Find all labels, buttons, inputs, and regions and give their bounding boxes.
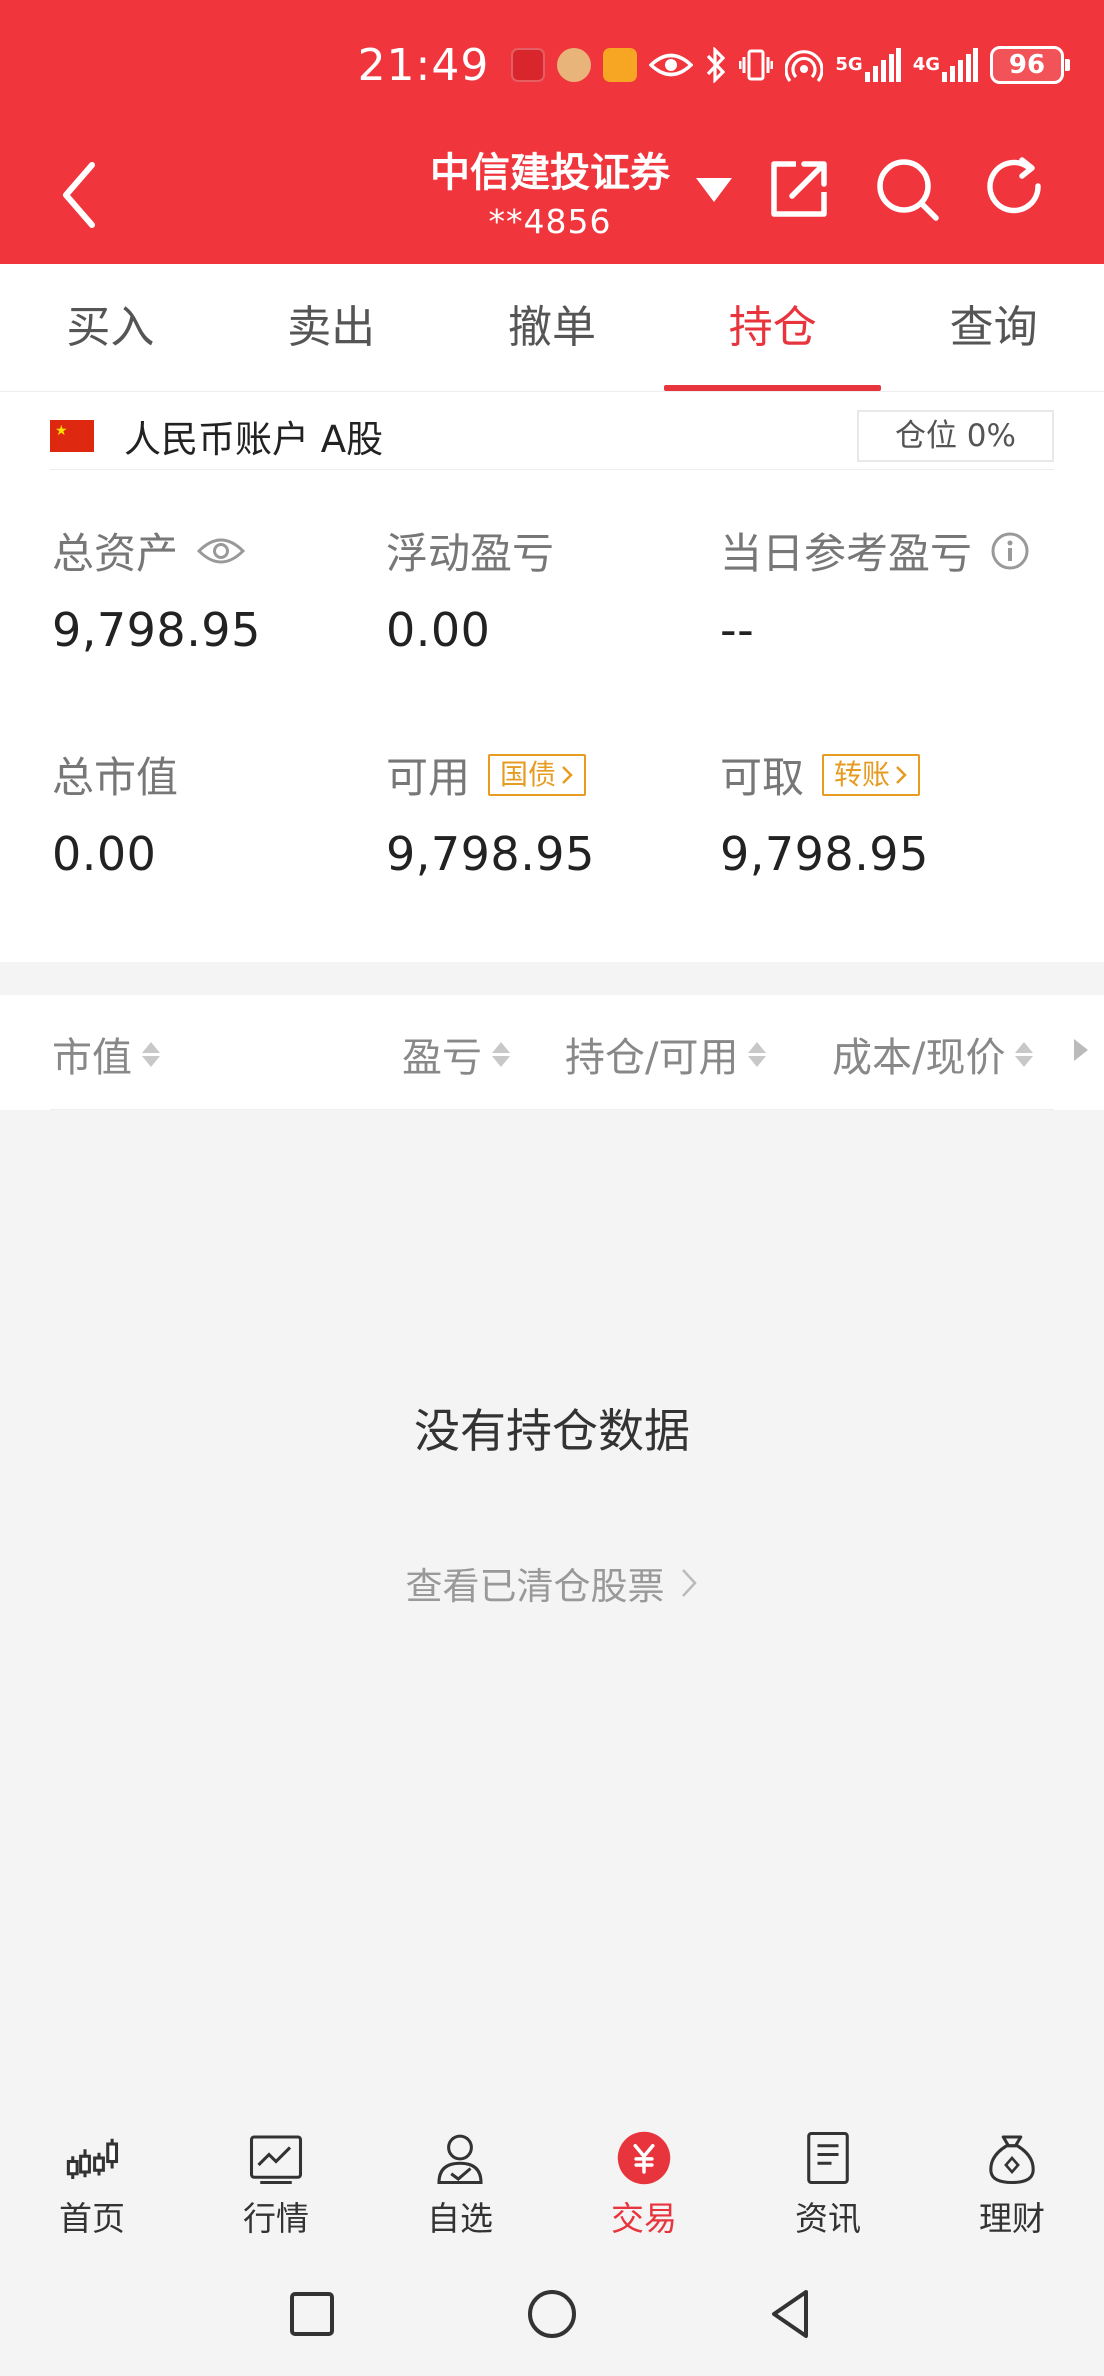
nav-trade[interactable]: 交易 — [552, 2110, 736, 2240]
scroll-right-icon[interactable] — [1074, 1039, 1088, 1061]
broker-selector[interactable]: 中信建投证券 **4856 — [400, 140, 700, 241]
bluetooth-icon — [705, 43, 727, 87]
floating-pl: 浮动盈亏 0.00 — [386, 520, 554, 657]
system-back-icon[interactable] — [762, 2284, 822, 2344]
china-flag-icon — [50, 419, 94, 452]
daily-pl-value: -- — [720, 603, 755, 657]
signal-4g-icon: 4G — [913, 43, 978, 87]
daily-pl: 当日参考盈亏 -- — [720, 520, 1030, 657]
chevron-right-icon — [896, 765, 907, 784]
divider — [50, 1109, 1054, 1110]
column-market-value[interactable]: 市值 — [52, 1025, 160, 1083]
column-holding-available[interactable]: 持仓/可用 — [565, 1025, 767, 1083]
view-cleared-stocks-link[interactable]: 查看已清仓股票 — [0, 1556, 1104, 1610]
status-bar: 21:49 5G 4G 96 — [357, 30, 1070, 100]
nav-wealth[interactable]: 理财 — [920, 2110, 1104, 2240]
daily-pl-label: 当日参考盈亏 — [720, 529, 973, 578]
eye-status-icon — [649, 43, 694, 87]
search-icon[interactable] — [870, 152, 944, 226]
column-cost-price[interactable]: 成本/现价 — [832, 1025, 1034, 1083]
account-summary-panel: 人民币账户 A股 仓位 0% 总资产 9,798.95 浮动盈亏 0.00 当日… — [0, 392, 1104, 962]
position-ratio-badge: 仓位 0% — [856, 409, 1054, 462]
tab-positions[interactable]: 持仓 — [662, 264, 883, 391]
sort-icon — [748, 1041, 767, 1067]
tab-buy[interactable]: 买入 — [0, 264, 221, 391]
yen-coin-icon — [617, 2131, 671, 2185]
column-profit-loss[interactable]: 盈亏 — [402, 1025, 510, 1083]
available-value: 9,798.95 — [386, 827, 595, 881]
watchlist-user-icon — [437, 2134, 483, 2185]
hotspot-icon — [785, 43, 824, 87]
account-number: **4856 — [488, 202, 612, 241]
eye-toggle-icon[interactable] — [196, 535, 246, 567]
trade-tabs: 买入 卖出 撤单 持仓 查询 — [0, 264, 1104, 392]
chevron-right-icon — [562, 765, 573, 784]
header-nav: 中信建投证券 **4856 — [0, 130, 1104, 250]
withdrawable-funds: 可取 转账 9,798.95 — [720, 744, 929, 881]
tab-query[interactable]: 查询 — [883, 264, 1104, 391]
withdrawable-label: 可取 — [720, 753, 805, 802]
tab-cancel-order[interactable]: 撤单 — [442, 264, 663, 391]
nav-news[interactable]: 资讯 — [736, 2110, 920, 2240]
available-funds: 可用 国债 9,798.95 — [386, 744, 595, 881]
sort-icon — [1015, 1041, 1034, 1067]
total-assets: 总资产 9,798.95 — [52, 520, 261, 657]
back-icon[interactable] — [50, 155, 110, 235]
tab-sell[interactable]: 卖出 — [221, 264, 442, 391]
news-doc-icon — [807, 2131, 849, 2185]
system-navigation-bar — [0, 2270, 1104, 2360]
battery-indicator: 96 — [990, 46, 1070, 84]
market-value-value: 0.00 — [52, 827, 157, 881]
money-bag-icon — [989, 2135, 1035, 2185]
total-assets-value: 9,798.95 — [52, 603, 261, 657]
market-value-label: 总市值 — [52, 753, 179, 802]
red-packet-notification-icon — [603, 48, 638, 82]
recent-apps-icon[interactable] — [282, 2284, 342, 2344]
positions-list-header: 市值 盈亏 持仓/可用 成本/现价 — [0, 995, 1104, 1110]
floating-pl-value: 0.00 — [386, 603, 491, 657]
candlestick-icon — [66, 2138, 119, 2179]
signal-5g-icon: 5G — [835, 43, 901, 87]
account-row[interactable]: 人民币账户 A股 仓位 0% — [50, 402, 1054, 470]
avatar-notification-icon — [557, 48, 592, 82]
status-time: 21:49 — [357, 39, 490, 91]
app-header: 21:49 5G 4G 96 中信建投证券 **4856 — [0, 0, 1104, 264]
broker-name: 中信建投证券 — [430, 150, 670, 196]
treasury-bond-button[interactable]: 国债 — [488, 753, 587, 796]
refresh-icon[interactable] — [978, 152, 1052, 226]
nav-home[interactable]: 首页 — [0, 2110, 184, 2240]
sort-icon — [492, 1041, 510, 1067]
empty-state-title: 没有持仓数据 — [414, 1404, 690, 1458]
nav-watchlist[interactable]: 自选 — [368, 2110, 552, 2240]
vibrate-icon — [739, 43, 774, 87]
app-notification-icon — [511, 48, 546, 82]
home-circle-icon[interactable] — [522, 2284, 582, 2344]
transfer-button[interactable]: 转账 — [822, 753, 921, 796]
nav-market[interactable]: 行情 — [184, 2110, 368, 2240]
market-value: 总市值 0.00 — [52, 744, 178, 881]
withdrawable-value: 9,798.95 — [720, 827, 929, 881]
share-icon[interactable] — [762, 152, 836, 226]
chevron-down-icon[interactable] — [696, 178, 732, 202]
available-label: 可用 — [386, 753, 471, 802]
bottom-navigation: 首页 行情 自选 交易 资讯 理财 — [0, 2110, 1104, 2240]
account-label: 人民币账户 A股 — [124, 417, 384, 461]
info-icon[interactable] — [990, 531, 1030, 571]
market-chart-icon — [249, 2135, 303, 2185]
total-assets-label: 总资产 — [52, 529, 179, 578]
floating-pl-label: 浮动盈亏 — [386, 529, 555, 578]
chevron-right-icon — [681, 1569, 697, 1597]
sort-icon — [142, 1041, 160, 1067]
